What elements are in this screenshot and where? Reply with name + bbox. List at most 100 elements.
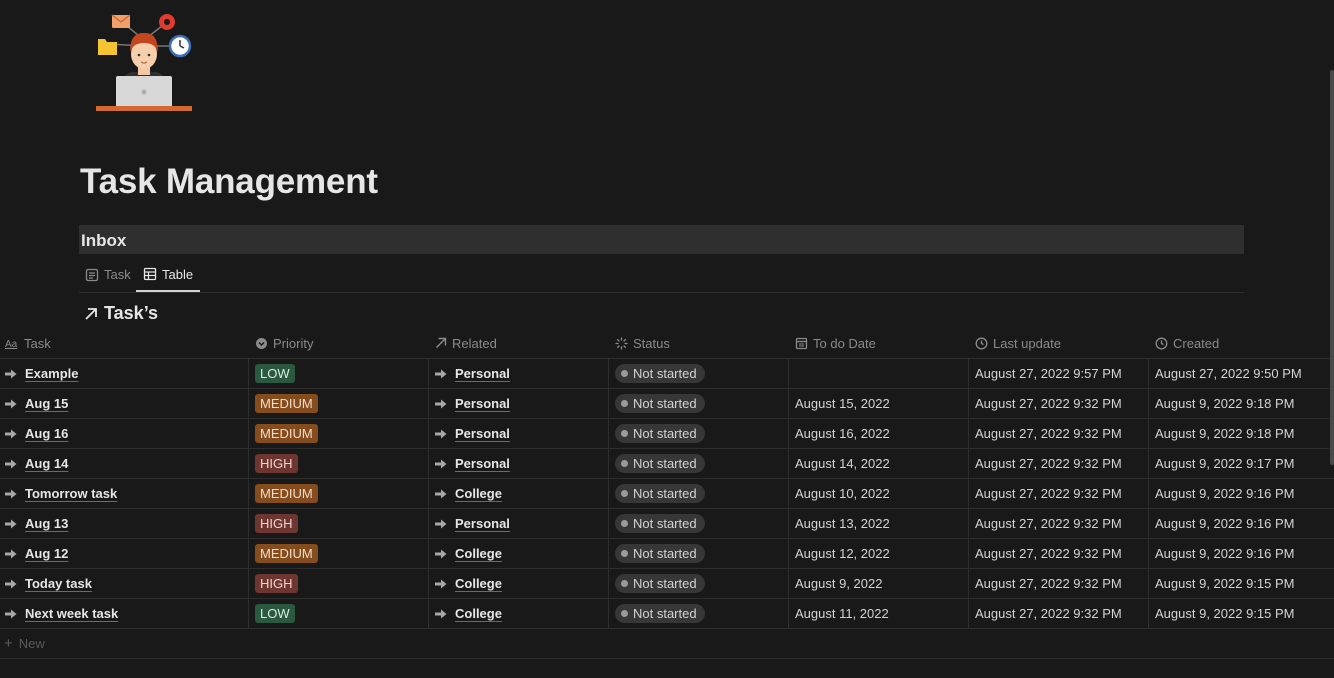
last-update-cell[interactable]: August 27, 2022 9:32 PM (969, 389, 1149, 418)
table-row[interactable]: Example LOW Personal Not started August 27, … (0, 359, 1334, 389)
column-header-status[interactable]: Status (609, 328, 789, 358)
table-row[interactable]: Aug 14 HIGH Personal Not started August 14, … (0, 449, 1334, 479)
column-header-todo-date[interactable]: To do Date (789, 328, 969, 358)
last-update-cell[interactable]: August 27, 2022 9:57 PM (969, 359, 1149, 388)
related-cell[interactable]: Personal (429, 449, 609, 478)
last-update-cell[interactable]: August 27, 2022 9:32 PM (969, 509, 1149, 538)
task-name-link[interactable]: Tomorrow task (25, 486, 117, 501)
priority-cell[interactable]: HIGH (249, 569, 429, 598)
status-cell[interactable]: Not started (609, 479, 789, 508)
created-cell[interactable]: August 27, 2022 9:50 PM (1149, 359, 1334, 388)
task-cell[interactable]: Tomorrow task (0, 479, 249, 508)
todo-date-cell[interactable] (789, 359, 969, 388)
table-row[interactable]: Next week task LOW College Not started Augus… (0, 599, 1334, 629)
table-row[interactable]: Today task HIGH College Not started August 9… (0, 569, 1334, 599)
task-name-link[interactable]: Aug 16 (25, 426, 68, 441)
tab-task-view[interactable]: Task (85, 258, 131, 291)
task-cell[interactable]: Aug 12 (0, 539, 249, 568)
related-page-link[interactable]: Personal (455, 396, 510, 411)
task-cell[interactable]: Aug 16 (0, 419, 249, 448)
created-cell[interactable]: August 9, 2022 9:18 PM (1149, 389, 1334, 418)
status-cell[interactable]: Not started (609, 359, 789, 388)
task-name-link[interactable]: Aug 13 (25, 516, 68, 531)
todo-date-cell[interactable]: August 14, 2022 (789, 449, 969, 478)
created-cell[interactable]: August 9, 2022 9:17 PM (1149, 449, 1334, 478)
task-name-link[interactable]: Next week task (25, 606, 118, 621)
todo-date-cell[interactable]: August 11, 2022 (789, 599, 969, 628)
table-row[interactable]: Aug 16 MEDIUM Personal Not started August 16… (0, 419, 1334, 449)
task-name-link[interactable]: Example (25, 366, 78, 381)
task-cell[interactable]: Today task (0, 569, 249, 598)
task-cell[interactable]: Example (0, 359, 249, 388)
todo-date-cell[interactable]: August 12, 2022 (789, 539, 969, 568)
table-row[interactable]: Aug 15 MEDIUM Personal Not started August 15… (0, 389, 1334, 419)
status-cell[interactable]: Not started (609, 389, 789, 418)
related-page-link[interactable]: Personal (455, 456, 510, 471)
column-header-priority[interactable]: Priority (249, 328, 429, 358)
priority-cell[interactable]: MEDIUM (249, 539, 429, 568)
todo-date-cell[interactable]: August 9, 2022 (789, 569, 969, 598)
priority-cell[interactable]: HIGH (249, 449, 429, 478)
person-at-laptop-icon[interactable] (92, 10, 196, 114)
task-name-link[interactable]: Aug 14 (25, 456, 68, 471)
status-cell[interactable]: Not started (609, 539, 789, 568)
status-cell[interactable]: Not started (609, 419, 789, 448)
priority-cell[interactable]: MEDIUM (249, 419, 429, 448)
status-cell[interactable]: Not started (609, 509, 789, 538)
priority-cell[interactable]: MEDIUM (249, 479, 429, 508)
database-title[interactable]: Task’s (84, 303, 158, 324)
table-row[interactable]: Aug 13 HIGH Personal Not started August 13, … (0, 509, 1334, 539)
tab-table-view[interactable]: Table (136, 258, 201, 292)
table-row[interactable]: Tomorrow task MEDIUM College Not started Aug… (0, 479, 1334, 509)
last-update-cell[interactable]: August 27, 2022 9:32 PM (969, 569, 1149, 598)
created-cell[interactable]: August 9, 2022 9:16 PM (1149, 479, 1334, 508)
status-cell[interactable]: Not started (609, 599, 789, 628)
created-cell[interactable]: August 9, 2022 9:16 PM (1149, 509, 1334, 538)
status-cell[interactable]: Not started (609, 569, 789, 598)
related-cell[interactable]: College (429, 539, 609, 568)
related-page-link[interactable]: Personal (455, 516, 510, 531)
status-cell[interactable]: Not started (609, 449, 789, 478)
task-cell[interactable]: Aug 13 (0, 509, 249, 538)
task-name-link[interactable]: Aug 15 (25, 396, 68, 411)
priority-cell[interactable]: LOW (249, 359, 429, 388)
vertical-scrollbar[interactable] (1330, 70, 1334, 465)
last-update-cell[interactable]: August 27, 2022 9:32 PM (969, 449, 1149, 478)
priority-cell[interactable]: HIGH (249, 509, 429, 538)
related-page-link[interactable]: College (455, 486, 502, 501)
last-update-cell[interactable]: August 27, 2022 9:32 PM (969, 419, 1149, 448)
last-update-cell[interactable]: August 27, 2022 9:32 PM (969, 599, 1149, 628)
todo-date-cell[interactable]: August 13, 2022 (789, 509, 969, 538)
related-page-link[interactable]: College (455, 606, 502, 621)
related-page-link[interactable]: College (455, 576, 502, 591)
task-name-link[interactable]: Today task (25, 576, 92, 591)
created-cell[interactable]: August 9, 2022 9:15 PM (1149, 599, 1334, 628)
task-cell[interactable]: Next week task (0, 599, 249, 628)
created-cell[interactable]: August 9, 2022 9:16 PM (1149, 539, 1334, 568)
column-header-last-update[interactable]: Last update (969, 328, 1149, 358)
page-title[interactable]: Task Management (80, 162, 378, 202)
priority-cell[interactable]: LOW (249, 599, 429, 628)
todo-date-cell[interactable]: August 16, 2022 (789, 419, 969, 448)
related-cell[interactable]: Personal (429, 389, 609, 418)
related-cell[interactable]: College (429, 479, 609, 508)
related-cell[interactable]: Personal (429, 419, 609, 448)
column-header-created[interactable]: Created (1149, 328, 1334, 358)
task-cell[interactable]: Aug 15 (0, 389, 249, 418)
last-update-cell[interactable]: August 27, 2022 9:32 PM (969, 479, 1149, 508)
related-cell[interactable]: Personal (429, 509, 609, 538)
priority-cell[interactable]: MEDIUM (249, 389, 429, 418)
created-cell[interactable]: August 9, 2022 9:15 PM (1149, 569, 1334, 598)
related-cell[interactable]: College (429, 599, 609, 628)
new-row-button[interactable]: + New (0, 629, 1334, 659)
related-cell[interactable]: College (429, 569, 609, 598)
last-update-cell[interactable]: August 27, 2022 9:32 PM (969, 539, 1149, 568)
task-cell[interactable]: Aug 14 (0, 449, 249, 478)
todo-date-cell[interactable]: August 15, 2022 (789, 389, 969, 418)
related-page-link[interactable]: Personal (455, 366, 510, 381)
table-row[interactable]: Aug 12 MEDIUM College Not started August 12,… (0, 539, 1334, 569)
created-cell[interactable]: August 9, 2022 9:18 PM (1149, 419, 1334, 448)
section-title[interactable]: Inbox (81, 231, 126, 251)
task-name-link[interactable]: Aug 12 (25, 546, 68, 561)
column-header-task[interactable]: Aa Task (0, 328, 249, 358)
